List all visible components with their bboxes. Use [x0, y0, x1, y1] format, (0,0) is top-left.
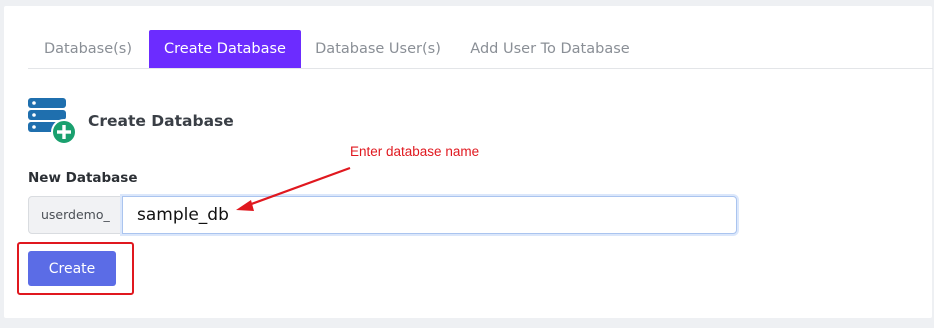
- database-prefix: userdemo_: [28, 196, 122, 234]
- database-name-input[interactable]: [122, 196, 737, 234]
- new-database-label: New Database: [28, 170, 138, 186]
- tab-databases[interactable]: Database(s): [28, 30, 148, 68]
- tab-create-database[interactable]: Create Database: [149, 30, 301, 68]
- create-button-highlight: [17, 242, 134, 295]
- annotation-text: Enter database name: [350, 144, 480, 159]
- section-title: Create Database: [88, 112, 234, 130]
- database-add-icon: [28, 98, 77, 145]
- tab-database-users[interactable]: Database User(s): [304, 30, 452, 68]
- tab-add-user-to-database[interactable]: Add User To Database: [460, 30, 640, 68]
- tab-bar: Database(s) Create Database Database Use…: [28, 30, 933, 69]
